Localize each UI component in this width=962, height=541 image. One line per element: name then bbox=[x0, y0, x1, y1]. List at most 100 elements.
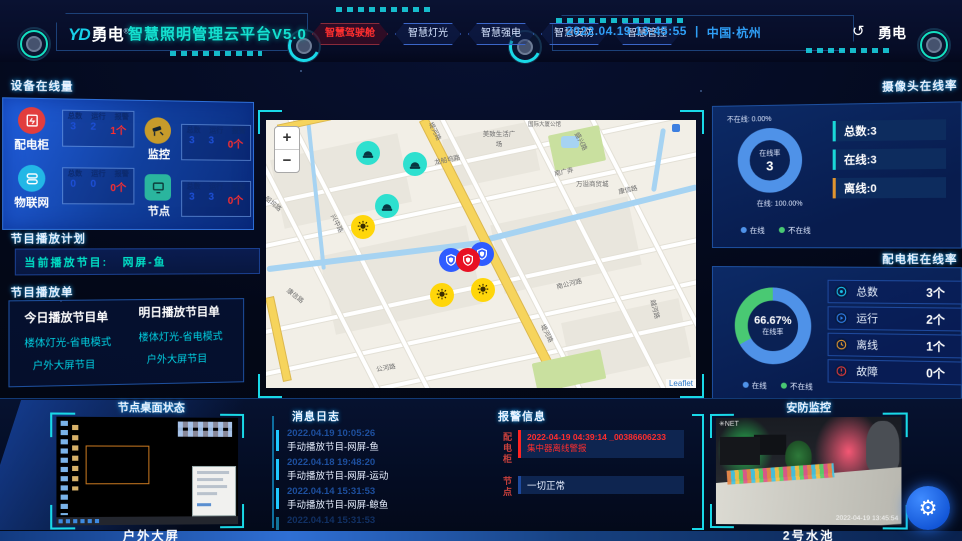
logo: YD勇电® bbox=[68, 21, 129, 45]
tab-power[interactable]: 智慧强电 bbox=[468, 23, 534, 45]
stat-total: 3 bbox=[70, 121, 76, 136]
node-status-entry: 一切正常 bbox=[518, 476, 684, 494]
header: YD勇电® 智慧照明管理云平台V5.0 智慧驾驶舱 智慧灯光 智慧强电 智慧安防… bbox=[0, 0, 962, 62]
log-entry: 2022.04.19 10:05:26手动播放节目-网屏-鱼 bbox=[276, 428, 476, 455]
taskbar bbox=[56, 516, 238, 525]
settings-gear-button[interactable]: ⚙ bbox=[906, 486, 950, 530]
monitor-marker-icon[interactable] bbox=[356, 141, 380, 165]
lamp-marker-icon[interactable] bbox=[351, 215, 375, 239]
pool-caption: 2号水池 bbox=[710, 526, 910, 541]
location: 中国·杭州 bbox=[707, 24, 762, 41]
zoom-in-button[interactable]: + bbox=[275, 127, 299, 149]
playlist-item[interactable]: 户外大屏节目 bbox=[147, 350, 208, 366]
stat-header: 报警 bbox=[115, 169, 129, 179]
playlist-tomorrow-heading[interactable]: 明日播放节目单 bbox=[138, 303, 219, 320]
stat-running: 2 bbox=[90, 121, 96, 136]
cabinet-fault-row: 故障0个 bbox=[828, 359, 962, 385]
message-log-panel: 消息日志 2022.04.19 10:05:26手动播放节目-网屏-鱼 2022… bbox=[268, 404, 480, 534]
stat-header: 总数 bbox=[68, 111, 83, 121]
stat-header: 报警 bbox=[232, 182, 246, 192]
dashboard: YD勇电® 智慧照明管理云平台V5.0 智慧驾驶舱 智慧灯光 智慧强电 智慧安防… bbox=[0, 0, 962, 541]
stat-header: 总数 bbox=[186, 181, 200, 191]
back-icon[interactable]: ↺ bbox=[852, 22, 865, 40]
offline-clock-icon bbox=[835, 338, 848, 351]
leaflet-attribution[interactable]: Leaflet bbox=[666, 379, 696, 388]
user-name[interactable]: 勇电 bbox=[878, 23, 906, 43]
tab-lighting[interactable]: 智慧灯光 bbox=[395, 23, 461, 45]
datetime: 2022.04.19 13:45:55 bbox=[566, 24, 687, 41]
stat-header: 运行 bbox=[209, 125, 223, 135]
separator: | bbox=[695, 24, 699, 41]
cctv-camera-icon bbox=[145, 117, 171, 144]
stat-total: 3 bbox=[189, 135, 195, 150]
playlist-item[interactable]: 户外大屏节目 bbox=[33, 356, 96, 373]
tab-cockpit[interactable]: 智慧驾驶舱 bbox=[312, 23, 388, 45]
page-title: 智慧照明管理云平台V5.0 bbox=[128, 23, 307, 44]
security-camera-group: 安防监控 ✳NET 2022-04-19 13:45:54 2号水池 bbox=[710, 398, 910, 541]
current-program-bar: 当前播放节目: 网屏-鱼 bbox=[15, 248, 260, 275]
log-entry: 2022.04.18 19:48:20手动播放节目-网屏-运动 bbox=[276, 457, 476, 484]
gear-icon: ⚙ bbox=[919, 496, 938, 521]
offline-pct-label: 不在线: 0.00% bbox=[727, 114, 772, 125]
stat-alarm: 0个 bbox=[228, 192, 243, 207]
monitor-marker-icon[interactable] bbox=[375, 194, 399, 218]
zoom-out-button[interactable]: − bbox=[275, 149, 299, 172]
stat-running: 3 bbox=[208, 192, 214, 207]
donut-center-value: 66.67% bbox=[754, 315, 792, 328]
device-name: 配电柜 bbox=[5, 136, 58, 153]
camera-watermark: ✳NET bbox=[719, 420, 739, 428]
playlist-item[interactable]: 楼体灯光-省电模式 bbox=[138, 327, 222, 343]
dash-decoration bbox=[170, 51, 262, 56]
alarm-group-label: 节点 bbox=[501, 476, 514, 498]
cabinet-online-panel: 66.67% 在线率 在线 不在线 总数3个 运行2个 离线1个 bbox=[712, 266, 962, 408]
stat-header: 总数 bbox=[186, 125, 200, 135]
device-stats: 总数运行报警 330个 bbox=[181, 180, 251, 217]
total-icon bbox=[835, 285, 848, 298]
alarm-panel: 报警信息 配电柜 2022-04-19 04:39:14 _0038660623… bbox=[488, 404, 706, 534]
running-icon bbox=[835, 311, 848, 324]
playlist-today-heading[interactable]: 今日播放节目单 bbox=[24, 309, 108, 326]
map[interactable]: 堤河路 龙船坞路 美致生活广场 国际大厦公馆 盛兴路 南广弄 万溢商贸城 康信路… bbox=[266, 120, 696, 388]
playlist-item[interactable]: 楼体灯光-省电模式 bbox=[24, 333, 111, 350]
camera-legend: 在线 不在线 bbox=[741, 225, 811, 236]
stat-header: 运行 bbox=[91, 111, 105, 121]
iot-icon bbox=[18, 165, 45, 192]
stat-header: 报警 bbox=[232, 126, 246, 136]
desktop-icons bbox=[178, 422, 232, 437]
device-stats: 总数运行报警 330个 bbox=[181, 124, 251, 161]
camera-panel-title: 摄像头在线率 bbox=[882, 77, 958, 95]
desktop-screenshot[interactable] bbox=[56, 417, 238, 526]
stat-header: 运行 bbox=[91, 169, 105, 179]
cabinet-offline-row: 离线1个 bbox=[828, 333, 962, 359]
camera-timestamp: 2022-04-19 13:45:54 bbox=[836, 515, 899, 523]
cabinet-running-row: 运行2个 bbox=[828, 306, 962, 331]
alarm-group-label: 配电柜 bbox=[501, 432, 514, 465]
dash-decoration bbox=[806, 48, 892, 53]
stat-alarm: 0个 bbox=[110, 179, 126, 194]
shield-alarm-marker-icon[interactable] bbox=[456, 248, 480, 272]
log-entry: 2022.04.14 15:31:53 bbox=[276, 515, 476, 530]
map-road-label: 康信路 bbox=[285, 285, 307, 305]
alarm-title: 报警信息 bbox=[498, 408, 546, 424]
cabinet-total-row: 总数3个 bbox=[828, 280, 962, 305]
donut-center-value: 3 bbox=[766, 158, 773, 173]
playlist-title: 节目播放单 bbox=[11, 283, 74, 300]
map-road-label: 公河路 bbox=[375, 360, 396, 373]
camera-feed[interactable]: ✳NET 2022-04-19 13:45:54 bbox=[716, 417, 902, 526]
camera-offline-stat: 离线:0 bbox=[833, 177, 946, 198]
monitor-marker-icon[interactable] bbox=[403, 152, 427, 176]
camera-total-stat: 总数:3 bbox=[833, 119, 946, 141]
camera-donut: 在线率 3 bbox=[738, 128, 802, 193]
map-road-label: 堤河路 bbox=[539, 322, 557, 344]
stat-alarm: 0个 bbox=[228, 136, 243, 151]
map-place-label: 美致生活广场 bbox=[482, 128, 516, 148]
map-zoom-control: + − bbox=[274, 126, 300, 173]
lamp-marker-icon[interactable] bbox=[430, 283, 454, 307]
legend-online: 在线 bbox=[741, 225, 765, 236]
stat-total: 0 bbox=[70, 179, 76, 194]
logo-yd-icon: YD bbox=[68, 25, 90, 44]
cabinet-panel-title: 配电柜在线率 bbox=[882, 250, 958, 267]
lamp-marker-icon[interactable] bbox=[471, 278, 495, 302]
stat-header: 运行 bbox=[209, 182, 223, 192]
cabinet-legend: 在线 不在线 bbox=[743, 380, 813, 393]
